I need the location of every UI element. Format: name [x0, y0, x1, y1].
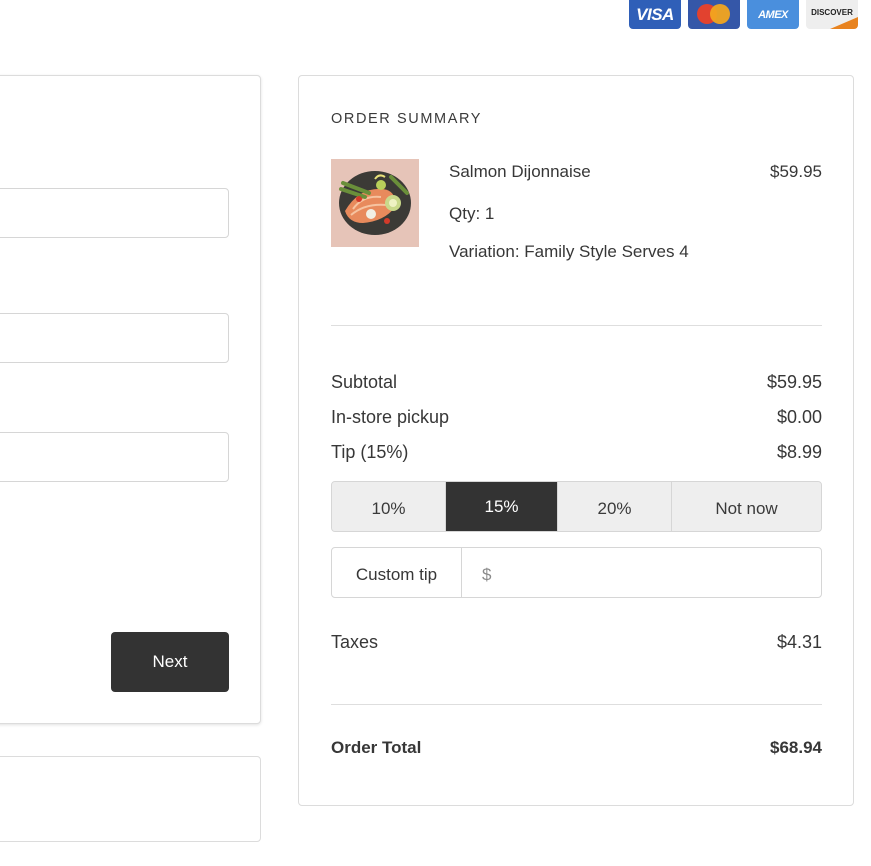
form-input-1[interactable]: [0, 189, 228, 237]
form-field-3[interactable]: [0, 432, 229, 482]
order-summary: ORDER SUMMARY Salmon Dijonnaise $59.95 Q…: [298, 75, 854, 806]
tip-option-15[interactable]: 15%: [446, 482, 558, 531]
tip-label: Tip (15%): [331, 442, 409, 462]
discover-card-icon: DISCOVER: [806, 0, 858, 29]
tip-option-20[interactable]: 20%: [558, 482, 672, 531]
custom-tip-input[interactable]: [482, 560, 821, 585]
form-field-1[interactable]: [0, 188, 229, 238]
taxes-value: $4.31: [776, 632, 822, 652]
item-name: Salmon Dijonnaise: [449, 162, 591, 181]
order-summary-title: ORDER SUMMARY: [331, 111, 483, 127]
pickup-label: In-store pickup: [331, 407, 450, 427]
secondary-panel: [0, 756, 261, 842]
custom-tip-field: Custom tip: [331, 547, 822, 598]
visa-card-icon: VISA: [629, 0, 681, 29]
pickup-value: $0.00: [776, 407, 822, 427]
item-thumbnail: [331, 159, 419, 247]
tip-option-10[interactable]: 10%: [332, 482, 446, 531]
item-variation: Variation: Family Style Serves 4: [449, 242, 689, 261]
accepted-cards: VISA AMEX DISCOVER: [629, 0, 858, 29]
checkout-form-panel: Next: [0, 75, 261, 724]
tip-option-not-now[interactable]: Not now: [672, 482, 821, 531]
custom-tip-input-wrap[interactable]: [462, 548, 821, 597]
divider: [331, 325, 822, 326]
item-quantity: Qty: 1: [449, 204, 495, 223]
tip-value: $8.99: [776, 442, 822, 462]
taxes-label: Taxes: [331, 632, 379, 652]
form-field-2[interactable]: [0, 313, 229, 363]
subtotal-label: Subtotal: [331, 372, 398, 392]
subtotal-value: $59.95: [766, 372, 822, 392]
tip-options: 10% 15% 20% Not now: [331, 481, 822, 532]
amex-card-icon: AMEX: [747, 0, 799, 29]
divider: [331, 704, 822, 705]
form-input-3[interactable]: [0, 433, 228, 481]
custom-tip-label: Custom tip: [332, 548, 462, 597]
form-input-2[interactable]: [0, 314, 228, 362]
mastercard-card-icon: [688, 0, 740, 29]
order-total-value: $68.94: [770, 738, 822, 757]
item-price: $59.95: [770, 162, 822, 181]
next-button[interactable]: Next: [111, 632, 229, 692]
order-total-label: Order Total: [331, 738, 422, 757]
salmon-dish-image: [331, 159, 419, 247]
